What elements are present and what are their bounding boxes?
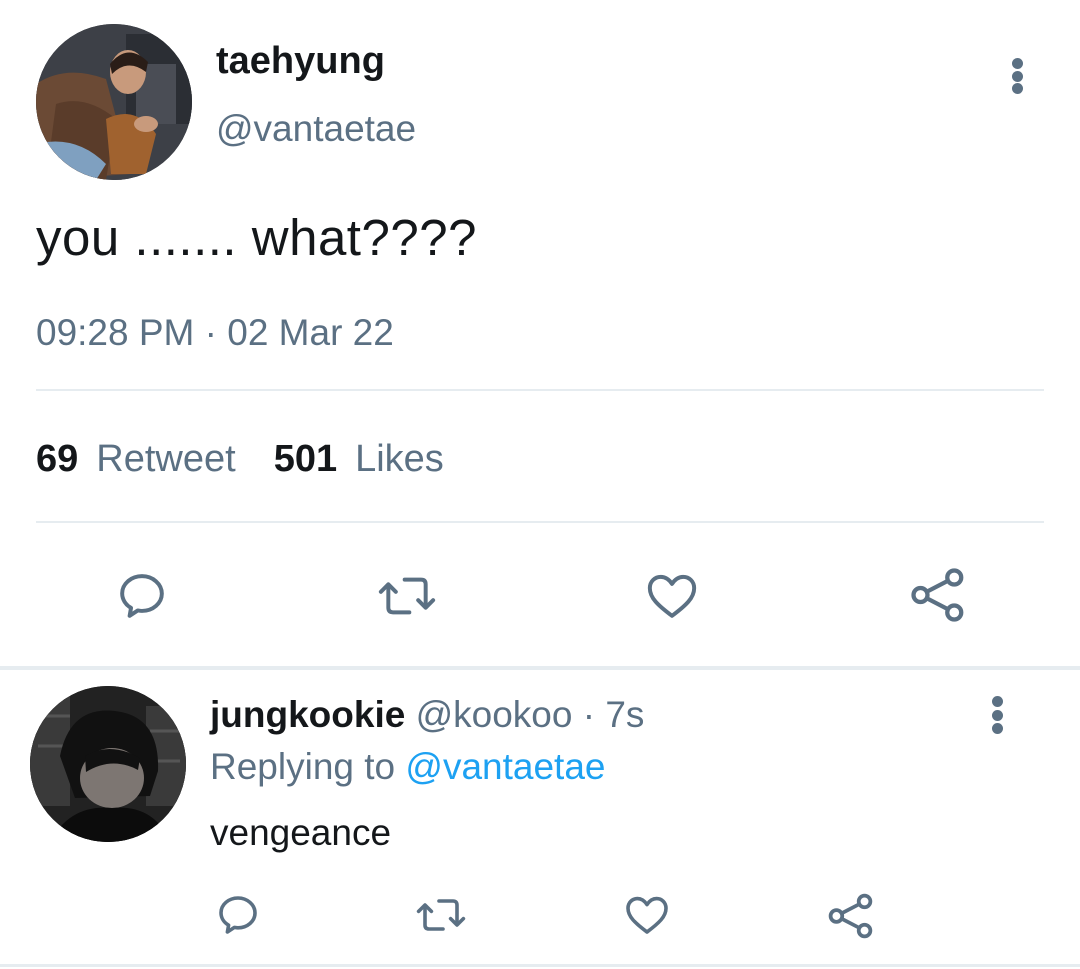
retweet-stat[interactable]: 69 Retweet: [36, 438, 236, 481]
like-count: 501: [273, 438, 338, 480]
share-icon: [828, 893, 873, 939]
reply-time-separator: ·: [572, 694, 606, 735]
reply-reply-button[interactable]: [212, 890, 264, 940]
reply-retweet-button[interactable]: [412, 890, 470, 940]
more-dot: [991, 709, 1003, 721]
reply-share-button[interactable]: [824, 890, 878, 942]
like-icon: [626, 896, 668, 934]
author-name[interactable]: taehyung: [216, 40, 385, 83]
author-handle[interactable]: @vantaetae: [216, 108, 416, 150]
tweet-stats: 69 Retweet 501 Likes: [36, 438, 444, 481]
divider: [36, 389, 1044, 391]
tweet-detail-screen: taehyung @vantaetae you ....... what????…: [0, 0, 1080, 969]
more-dot: [991, 723, 1003, 734]
bottom-divider: [0, 964, 1080, 967]
reply-icon: [219, 896, 257, 934]
more-vertical-icon: [991, 696, 1003, 707]
replying-to-link[interactable]: @vantaetae: [405, 746, 605, 787]
section-divider: [0, 666, 1080, 670]
tweet-text: you ....... what????: [36, 209, 477, 266]
more-dot: [1011, 83, 1023, 94]
reply-header: jungkookie @kookoo · 7s: [210, 694, 644, 736]
replying-prefix: Replying to: [210, 746, 406, 787]
reply-author-name[interactable]: jungkookie: [210, 694, 405, 735]
retweet-icon: [378, 577, 436, 615]
reply-author-handle[interactable]: @kookoo: [416, 694, 573, 735]
retweet-icon: [416, 899, 466, 931]
reply-icon: [120, 574, 164, 618]
like-icon: [647, 574, 697, 618]
retweet-label: Retweet: [96, 438, 236, 480]
divider: [36, 521, 1044, 523]
author-avatar[interactable]: [36, 24, 192, 180]
tweet-timestamp: 09:28 PM · 02 Mar 22: [36, 312, 394, 353]
profile-photo-icon: [36, 24, 192, 180]
retweet-button[interactable]: [374, 566, 440, 626]
retweet-count: 69: [36, 438, 79, 480]
reply-time: 7s: [605, 694, 645, 735]
share-button[interactable]: [906, 564, 970, 626]
profile-photo-icon: [30, 686, 186, 842]
share-icon: [911, 568, 964, 622]
more-dot: [1011, 70, 1023, 82]
like-button[interactable]: [640, 566, 704, 626]
more-options-button[interactable]: [1002, 58, 1032, 94]
more-vertical-icon: [1011, 58, 1023, 69]
reply-author-avatar[interactable]: [30, 686, 186, 842]
reply-more-options-button[interactable]: [982, 696, 1012, 734]
replying-to: Replying to @vantaetae: [210, 746, 605, 788]
likes-stat[interactable]: 501 Likes: [274, 438, 444, 481]
reply-like-button[interactable]: [620, 890, 674, 940]
like-label: Likes: [355, 438, 444, 480]
reply-button[interactable]: [110, 566, 174, 626]
reply-text: vengeance: [210, 812, 392, 853]
